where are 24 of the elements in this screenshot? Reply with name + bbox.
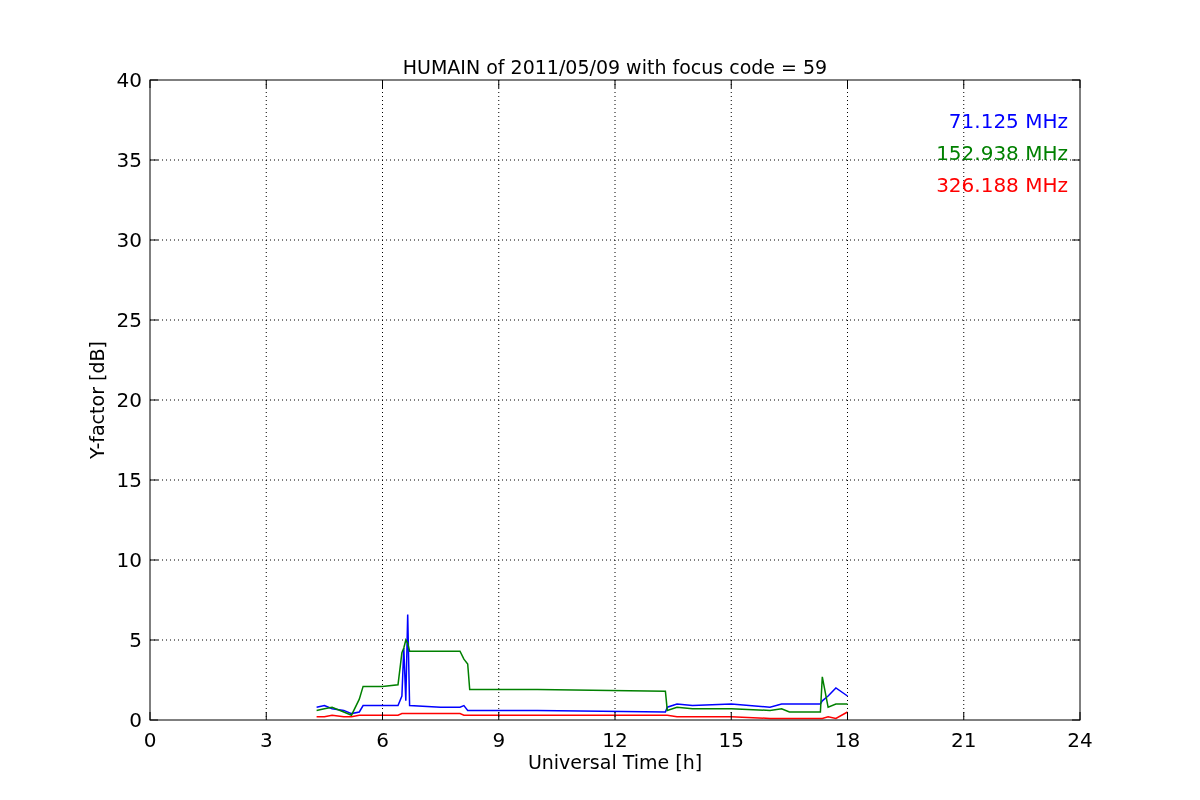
y-tick-label: 35: [116, 148, 142, 172]
x-tick-label: 18: [834, 728, 861, 752]
y-tick-label: 25: [116, 308, 142, 332]
legend-label: 326.188 MHz: [936, 173, 1068, 197]
x-tick-label: 9: [492, 728, 506, 752]
y-tick-label: 5: [129, 628, 142, 652]
x-tick-label: 15: [718, 728, 744, 752]
x-tick-label: 6: [376, 728, 389, 752]
y-tick-label: 10: [116, 548, 142, 572]
y-tick-label: 30: [116, 228, 142, 252]
x-tick-label: 3: [259, 728, 273, 752]
y-tick-label: 15: [116, 468, 142, 492]
y-tick-label: 40: [116, 68, 142, 92]
y-tick-label: 0: [129, 708, 142, 732]
x-tick-label: 24: [1067, 728, 1093, 752]
y-axis-label: Y-factor [dB]: [86, 341, 108, 459]
legend-label: 71.125 MHz: [948, 109, 1068, 133]
x-tick-label: 12: [602, 728, 628, 752]
x-axis-label: Universal Time [h]: [527, 751, 703, 773]
y-tick-label: 20: [116, 388, 142, 412]
legend-label: 152.938 MHz: [936, 141, 1068, 165]
x-tick-label: 21: [951, 728, 977, 752]
chart-title: HUMAIN of 2011/05/09 with focus code = 59: [402, 56, 828, 78]
x-tick-label: 0: [143, 728, 157, 752]
